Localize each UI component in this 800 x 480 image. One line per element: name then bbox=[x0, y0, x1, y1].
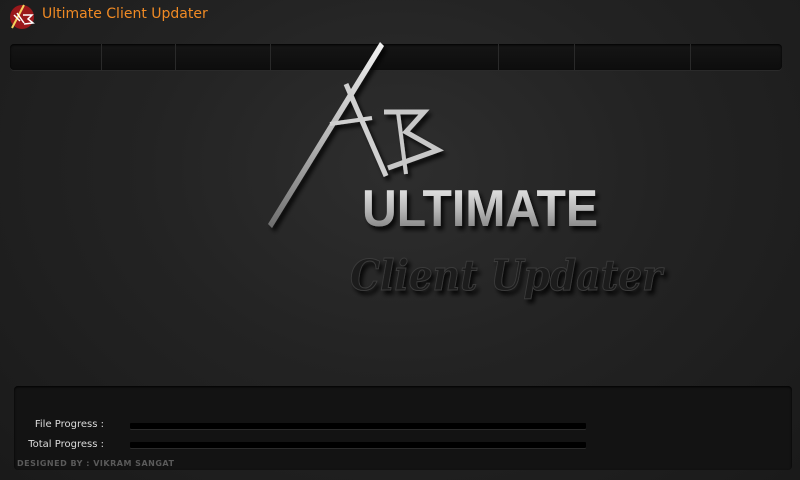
total-progress-label: Total Progress : bbox=[28, 439, 104, 450]
designer-credit: DESIGNED BY : VIKRAM SANGAT bbox=[17, 459, 175, 468]
total-progress-bar bbox=[130, 442, 586, 448]
file-progress-bar bbox=[130, 423, 586, 429]
logo-word-ultimate: ULTIMATE bbox=[362, 180, 598, 238]
file-progress-label: File Progress : bbox=[34, 419, 104, 430]
progress-panel: File Progress : Total Progress : bbox=[14, 386, 792, 470]
logo-word-client-updater: Client Updater bbox=[350, 251, 665, 300]
ultimate-client-updater-logo: ULTIMATE Client Updater bbox=[268, 42, 665, 301]
